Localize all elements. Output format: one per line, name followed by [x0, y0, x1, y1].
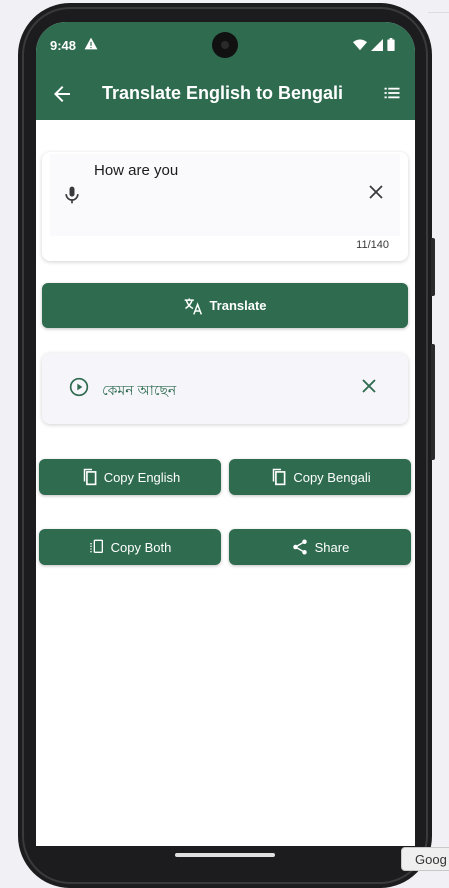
copy-english-button[interactable]: Copy English	[39, 459, 221, 495]
character-counter: 11/140	[356, 239, 389, 251]
google-chip[interactable]: Goog	[401, 847, 449, 871]
copy-english-label: Copy English	[103, 469, 181, 485]
copy-both-label: Copy Both	[110, 539, 172, 555]
divider	[428, 12, 449, 13]
power-button	[431, 344, 435, 460]
play-circle-icon[interactable]	[69, 377, 89, 397]
clear-result-icon[interactable]	[361, 378, 377, 394]
wifi-icon	[353, 38, 367, 50]
stage: 9:48 Translate English to Bengali How ar…	[0, 0, 449, 888]
status-time: 9:48	[50, 38, 77, 53]
home-indicator[interactable]	[175, 853, 275, 857]
screen: 9:48 Translate English to Bengali How ar…	[36, 22, 415, 846]
copy-icon	[273, 468, 286, 486]
copy-both-button[interactable]: Copy Both	[39, 529, 221, 565]
translate-button[interactable]: Translate	[42, 283, 408, 328]
warning-icon	[84, 37, 98, 50]
input-text[interactable]: How are you	[94, 162, 178, 179]
copy-both-icon	[89, 539, 103, 553]
copy-bengali-label: Copy Bengali	[293, 469, 371, 485]
result-card	[42, 353, 408, 424]
share-button[interactable]: Share	[229, 529, 411, 565]
signal-icon	[371, 38, 383, 51]
clear-input-icon[interactable]	[368, 184, 384, 200]
app-bar: Translate English to Bengali	[36, 68, 415, 120]
translated-text: কেমন আছেন	[102, 382, 177, 398]
volume-button	[431, 238, 435, 296]
microphone-icon[interactable]	[62, 184, 82, 206]
battery-icon	[387, 38, 395, 51]
page-title: Translate English to Bengali	[102, 83, 344, 103]
share-label: Share	[314, 539, 350, 555]
history-list-icon[interactable]	[383, 84, 401, 102]
camera-cutout	[212, 32, 238, 58]
translate-icon	[185, 298, 203, 315]
copy-icon	[83, 468, 97, 486]
status-bar: 9:48	[36, 22, 415, 68]
back-arrow-icon[interactable]	[50, 82, 74, 106]
share-icon	[292, 539, 307, 555]
translate-label: Translate	[209, 298, 267, 313]
copy-bengali-button[interactable]: Copy Bengali	[229, 459, 411, 495]
status-icons	[353, 38, 395, 51]
